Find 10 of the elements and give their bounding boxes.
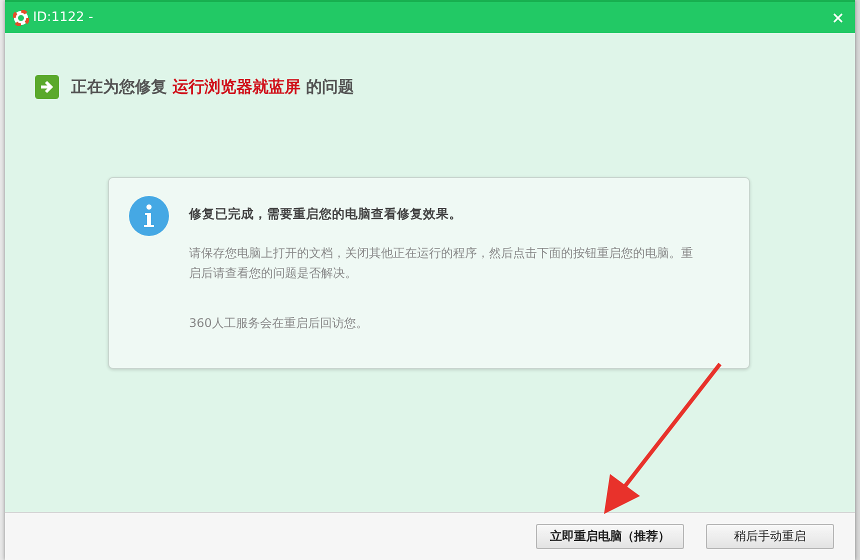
message-body: 请保存您电脑上打开的文档，关闭其他正在运行的程序，然后点击下面的按钮重启您的电脑。重启后请查看您的问题是否解决。 xyxy=(189,245,694,282)
message-title: 修复已完成，需要重启您的电脑查看修复效果。 xyxy=(189,206,463,223)
close-icon[interactable] xyxy=(833,12,843,22)
info-icon xyxy=(129,196,169,236)
repair-heading: 正在为您修复 运行浏览器就蓝屏 的问题 xyxy=(71,76,354,98)
restart-now-button[interactable]: 立即重启电脑（推荐） xyxy=(536,524,684,549)
restart-later-button[interactable]: 稍后手动重启 xyxy=(706,524,834,549)
lifebuoy-icon xyxy=(13,10,29,26)
window-title: ID:1122 - xyxy=(33,10,94,25)
message-note: 360人工服务会在重启后回访您。 xyxy=(189,315,369,332)
